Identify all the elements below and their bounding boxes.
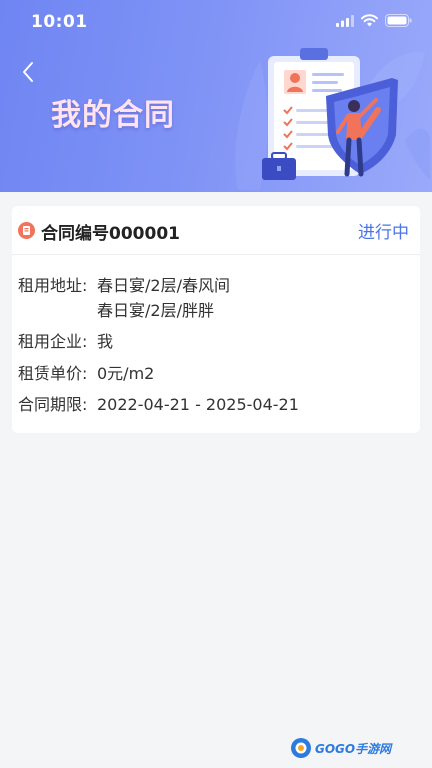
document-icon [18,222,35,239]
contract-card-header: 合同编号000001 进行中 [12,206,420,255]
contract-status: 进行中 [358,223,409,243]
price-value: 0元/m2 [97,364,155,383]
contract-illustration [235,48,430,190]
price-row: 租赁单价: 0元/m2 [18,362,154,386]
company-row: 租用企业: 我 [18,330,113,354]
chevron-left-icon [23,62,33,82]
status-bar: 10:01 [0,0,432,44]
signal-icon [336,14,354,27]
watermark-text: GOGO手游网 [315,741,392,756]
address-value-2: 春日宴/2层/胖胖 [97,301,214,320]
address-row: 租用地址: 春日宴/2层/春风间 [18,274,230,298]
address-row-2: 春日宴/2层/胖胖 [97,299,214,323]
contract-card[interactable]: 合同编号000001 进行中 租用地址: 春日宴/2层/春风间 春日宴/2层/胖胖… [12,206,420,433]
company-value: 我 [97,332,114,351]
price-label: 租赁单价: [18,364,88,383]
page-title: 我的合同 [51,98,175,133]
status-icons [336,14,412,27]
status-time: 10:01 [31,12,88,32]
contract-number: 合同编号000001 [41,224,180,244]
period-value: 2022-04-21 - 2025-04-21 [97,395,299,414]
period-label: 合同期限: [18,395,88,414]
watermark-logo-icon [291,738,311,758]
wifi-icon [361,14,378,27]
header-banner: 10:01 我的合同 [0,0,432,192]
period-row: 合同期限: 2022-04-21 - 2025-04-21 [18,393,299,417]
battery-icon [385,14,412,27]
company-label: 租用企业: [18,332,88,351]
address-label: 租用地址: [18,276,88,295]
address-value-1: 春日宴/2层/春风间 [97,276,230,295]
back-button[interactable] [14,58,42,86]
watermark: GOGO手游网 [290,736,391,760]
